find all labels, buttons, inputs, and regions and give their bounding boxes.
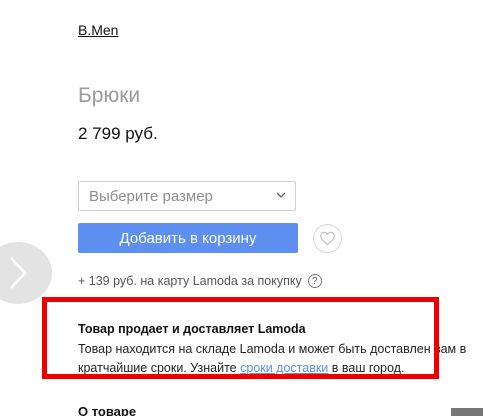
- heart-icon: [320, 231, 335, 246]
- bonus-text: + 139 руб. на карту Lamoda за покупку: [78, 274, 302, 288]
- carousel-next-button[interactable]: [0, 242, 52, 304]
- about-product-heading: О товаре: [78, 404, 137, 416]
- seller-text-part2: в ваш город.: [328, 360, 405, 375]
- chevron-right-icon: [10, 257, 27, 289]
- delivery-terms-link[interactable]: сроки доставки: [240, 361, 328, 375]
- seller-title: Товар продает и доставляет Lamoda: [78, 322, 306, 336]
- favorite-button[interactable]: [313, 224, 342, 253]
- help-icon[interactable]: ?: [307, 274, 322, 288]
- product-page: B.Men Брюки 2 799 руб. Выберите размер Д…: [0, 0, 483, 416]
- brand-link[interactable]: B.Men: [78, 22, 118, 38]
- size-select-placeholder: Выберите размер: [89, 187, 213, 205]
- scroll-top-button[interactable]: [451, 408, 483, 416]
- add-to-cart-button[interactable]: Добавить в корзину: [78, 223, 298, 253]
- seller-description: Товар находится на складе Lamoda и может…: [78, 340, 478, 377]
- product-price: 2 799 руб.: [78, 124, 158, 143]
- chevron-down-icon: [276, 192, 286, 198]
- bonus-info: + 139 руб. на карту Lamoda за покупку ?: [78, 274, 322, 288]
- size-select[interactable]: Выберите размер: [78, 181, 296, 211]
- product-title: Брюки: [78, 84, 141, 107]
